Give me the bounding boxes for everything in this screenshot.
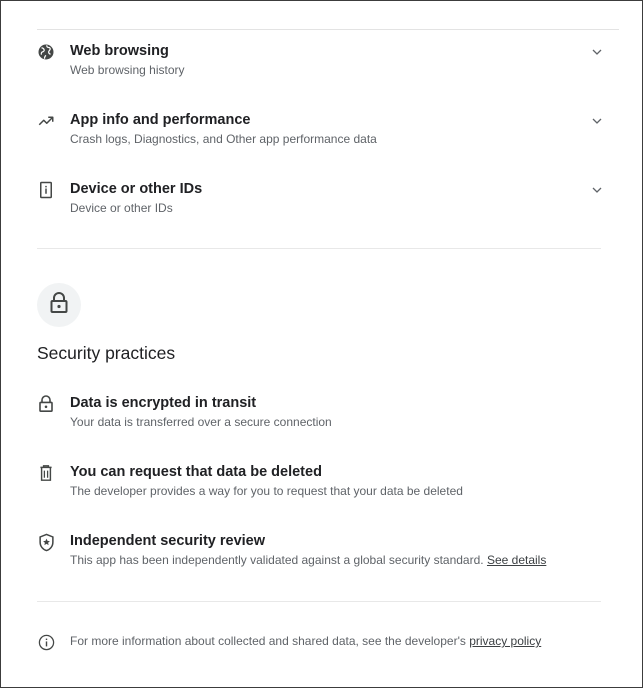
data-type-title: App info and performance: [70, 112, 251, 128]
info-icon: [37, 633, 55, 651]
security-item-subtitle: Your data is transferred over a secure c…: [70, 415, 332, 429]
chevron-down-icon[interactable]: [591, 47, 603, 57]
top-divider: [37, 29, 619, 30]
globe-icon: [37, 43, 55, 61]
lock-icon: [49, 291, 69, 319]
footer-message: For more information about collected and…: [70, 634, 466, 648]
security-item-title: You can request that data be deleted: [70, 464, 322, 480]
section-divider: [37, 248, 601, 249]
security-item-subtitle: The developer provides a way for you to …: [70, 484, 463, 498]
security-practices-heading: Security practices: [37, 343, 176, 363]
shield-star-icon: [37, 533, 55, 551]
device-id-icon: [37, 181, 55, 199]
data-type-title: Device or other IDs: [70, 181, 203, 197]
data-type-title: Web browsing: [70, 43, 169, 59]
security-review-text: This app has been independently validate…: [70, 553, 484, 567]
section-divider: [37, 601, 601, 602]
trash-icon: [37, 464, 55, 482]
security-item-title: Data is encrypted in transit: [70, 395, 257, 411]
chevron-down-icon[interactable]: [591, 116, 603, 126]
performance-icon: [37, 112, 55, 130]
data-type-subtitle: Web browsing history: [70, 63, 185, 77]
chevron-down-icon[interactable]: [591, 185, 603, 195]
privacy-policy-link[interactable]: privacy policy: [469, 634, 541, 648]
footer-text: For more information about collected and…: [70, 634, 541, 648]
data-type-subtitle: Device or other IDs: [70, 201, 173, 215]
data-safety-panel: Web browsing Web browsing history App in…: [0, 0, 643, 688]
security-item-title: Independent security review: [70, 533, 266, 549]
see-details-link[interactable]: See details: [487, 553, 546, 567]
security-lock-badge: [37, 283, 81, 327]
data-type-subtitle: Crash logs, Diagnostics, and Other app p…: [70, 132, 377, 146]
lock-icon: [37, 395, 55, 413]
security-item-subtitle: This app has been independently validate…: [70, 553, 546, 567]
